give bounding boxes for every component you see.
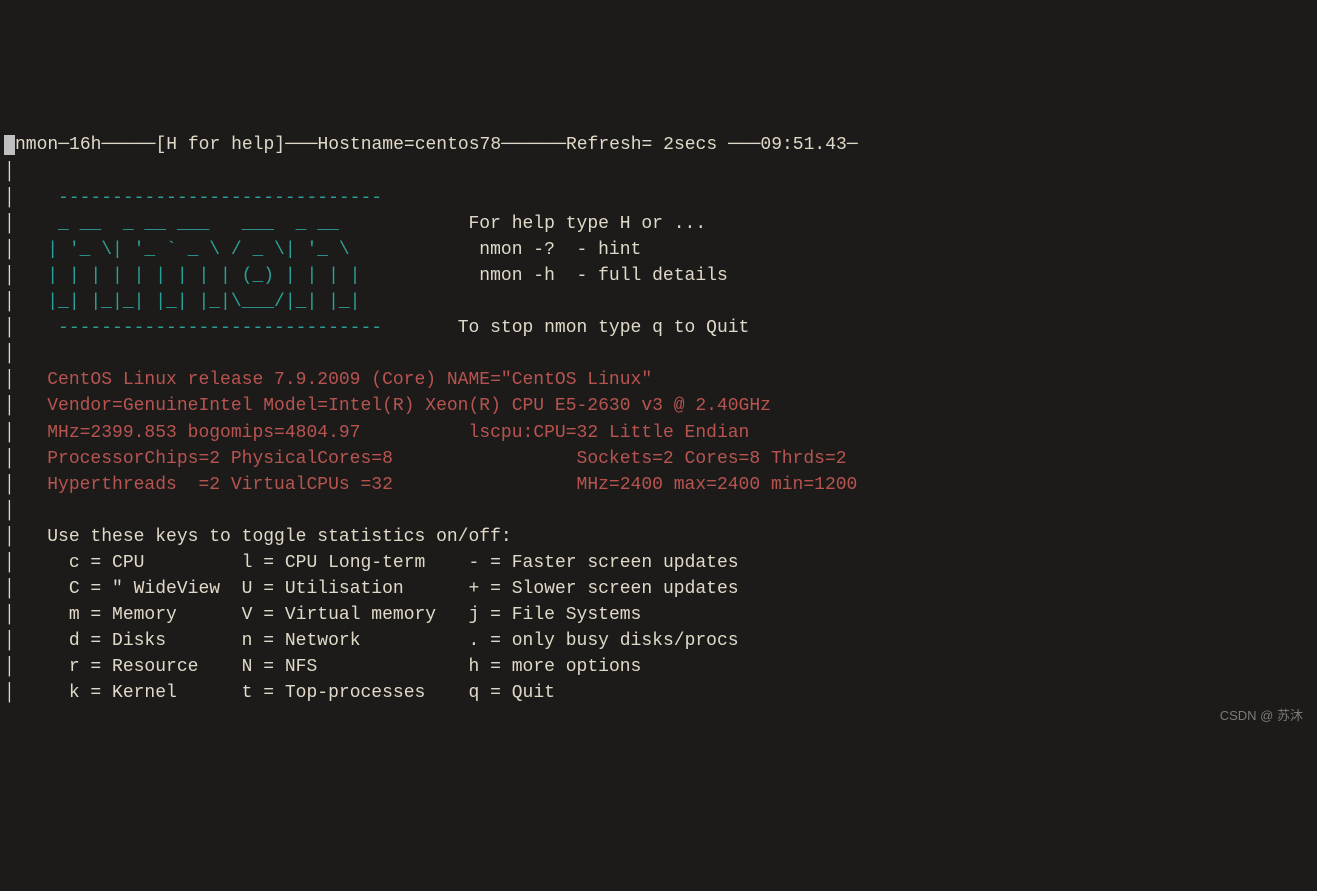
toggle-heading: Use these keys to toggle statistics on/o… (47, 527, 511, 547)
sysinfo-line-5b: MHz=2400 max=2400 min=1200 (577, 475, 858, 495)
hostname-label: Hostname= (317, 135, 414, 155)
version: 16h (69, 135, 101, 155)
logo-line-4: |_| |_|_| |_| |_|\___/|_| |_| (15, 292, 393, 312)
toggle-c1: k = Kernel (47, 683, 231, 703)
toggle-row: r = Resource N = NFS h = more options (47, 657, 641, 677)
toggle-c2: U = Utilisation (242, 579, 458, 599)
logo-dash-bottom: ------------------------------ (15, 318, 382, 338)
toggle-c3: j = File Systems (469, 605, 642, 625)
toggle-c3: - = Faster screen updates (469, 553, 739, 573)
help-line-1: For help type H or ... (469, 214, 707, 234)
refresh-label: Refresh= (566, 135, 663, 155)
help-hint: [H for help] (155, 135, 285, 155)
header-line: nmon─16h─────[H for help]───Hostname=cen… (4, 135, 858, 155)
toggle-c1: d = Disks (47, 631, 231, 651)
toggle-c3: . = only busy disks/procs (469, 631, 739, 651)
app-name: nmon (15, 135, 58, 155)
time: 09:51.43 (760, 135, 846, 155)
cursor (4, 135, 15, 155)
toggle-row: c = CPU l = CPU Long-term - = Faster scr… (47, 553, 738, 573)
toggle-c2: n = Network (242, 631, 458, 651)
toggle-row: d = Disks n = Network . = only busy disk… (47, 631, 738, 651)
toggle-c3: h = more options (469, 657, 642, 677)
logo-line-1: _ __ _ __ ___ ___ _ __ (15, 214, 393, 234)
sysinfo-line-3b: lscpu:CPU=32 Little Endian (469, 423, 750, 443)
toggle-c2: V = Virtual memory (242, 605, 458, 625)
terminal-window[interactable]: nmon─16h─────[H for help]───Hostname=cen… (0, 104, 1317, 708)
refresh-value: 2secs (663, 135, 717, 155)
sysinfo-line-3a: MHz=2399.853 bogomips=4804.97 (47, 423, 360, 443)
toggle-c2: N = NFS (242, 657, 458, 677)
help-line-2: nmon -? - hint (469, 240, 642, 260)
logo-line-3: | | | | | | | | | (_) | | | | (15, 266, 393, 286)
toggle-c1: C = " WideView (47, 579, 231, 599)
sysinfo-line-5a: Hyperthreads =2 VirtualCPUs =32 (47, 475, 393, 495)
logo-line-2: | '_ \| '_ ` _ \ / _ \| '_ \ (15, 240, 393, 260)
toggle-c1: c = CPU (47, 553, 231, 573)
toggle-c3: q = Quit (469, 683, 555, 703)
sysinfo-line-4b: Sockets=2 Cores=8 Thrds=2 (577, 449, 847, 469)
sysinfo-line-2: Vendor=GenuineIntel Model=Intel(R) Xeon(… (47, 396, 771, 416)
logo-dash-top: ------------------------------ (15, 188, 382, 208)
sysinfo-line-4a: ProcessorChips=2 PhysicalCores=8 (47, 449, 393, 469)
toggle-row: k = Kernel t = Top-processes q = Quit (47, 683, 555, 703)
hostname: centos78 (415, 135, 501, 155)
toggle-c2: t = Top-processes (242, 683, 458, 703)
toggle-c3: + = Slower screen updates (469, 579, 739, 599)
toggle-row: m = Memory V = Virtual memory j = File S… (47, 605, 641, 625)
help-line-3: nmon -h - full details (469, 266, 728, 286)
toggle-c2: l = CPU Long-term (242, 553, 458, 573)
toggle-c1: r = Resource (47, 657, 231, 677)
sysinfo-line-1: CentOS Linux release 7.9.2009 (Core) NAM… (47, 370, 652, 390)
help-line-4: To stop nmon type q to Quit (458, 318, 750, 338)
toggle-row: C = " WideView U = Utilisation + = Slowe… (47, 579, 738, 599)
toggle-c1: m = Memory (47, 605, 231, 625)
watermark: CSDN @ 苏沐 (1220, 707, 1303, 726)
